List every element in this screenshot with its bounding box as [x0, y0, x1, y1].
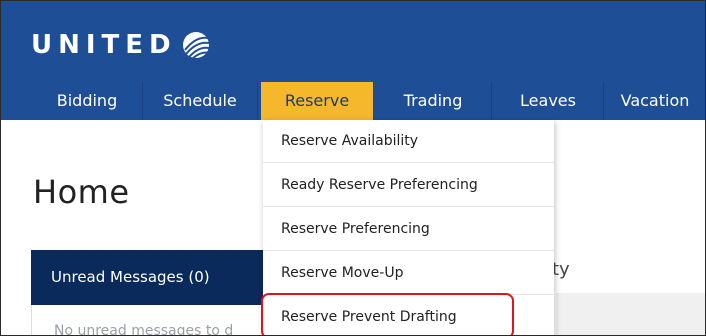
- top-bar: UNITED: [1, 1, 705, 82]
- nav-tab-reserve[interactable]: Reserve: [261, 82, 374, 120]
- page-title: Home: [33, 173, 130, 211]
- menu-item-reserve-availability[interactable]: Reserve Availability: [263, 120, 554, 163]
- nav-tab-vacation[interactable]: Vacation: [605, 82, 705, 120]
- unread-messages-label: Unread Messages (0): [51, 268, 210, 286]
- header: UNITED Bidding Schedule Reserve Trading …: [1, 1, 705, 120]
- nav-tab-leaves[interactable]: Leaves: [493, 82, 604, 120]
- brand-name: UNITED: [31, 30, 177, 60]
- main-nav: Bidding Schedule Reserve Trading Leaves …: [1, 82, 705, 120]
- unread-messages-body: No unread messages to d: [31, 305, 268, 336]
- nav-tab-trading[interactable]: Trading: [375, 82, 492, 120]
- menu-item-ready-reserve-preferencing[interactable]: Ready Reserve Preferencing: [263, 164, 554, 207]
- united-globe-icon: [180, 30, 211, 60]
- nav-tab-bidding[interactable]: Bidding: [32, 82, 143, 120]
- highlight-box: [261, 293, 514, 335]
- activity-panel: [556, 293, 705, 335]
- no-messages-text: No unread messages to d: [54, 323, 234, 336]
- brand-logo[interactable]: UNITED: [31, 30, 211, 60]
- nav-tab-schedule[interactable]: Schedule: [143, 82, 258, 120]
- menu-item-reserve-move-up[interactable]: Reserve Move-Up: [263, 252, 554, 295]
- app-window: UNITED Bidding Schedule Reserve Trading …: [0, 0, 706, 336]
- menu-item-reserve-preferencing[interactable]: Reserve Preferencing: [263, 208, 554, 251]
- unread-messages-header[interactable]: Unread Messages (0): [31, 250, 267, 305]
